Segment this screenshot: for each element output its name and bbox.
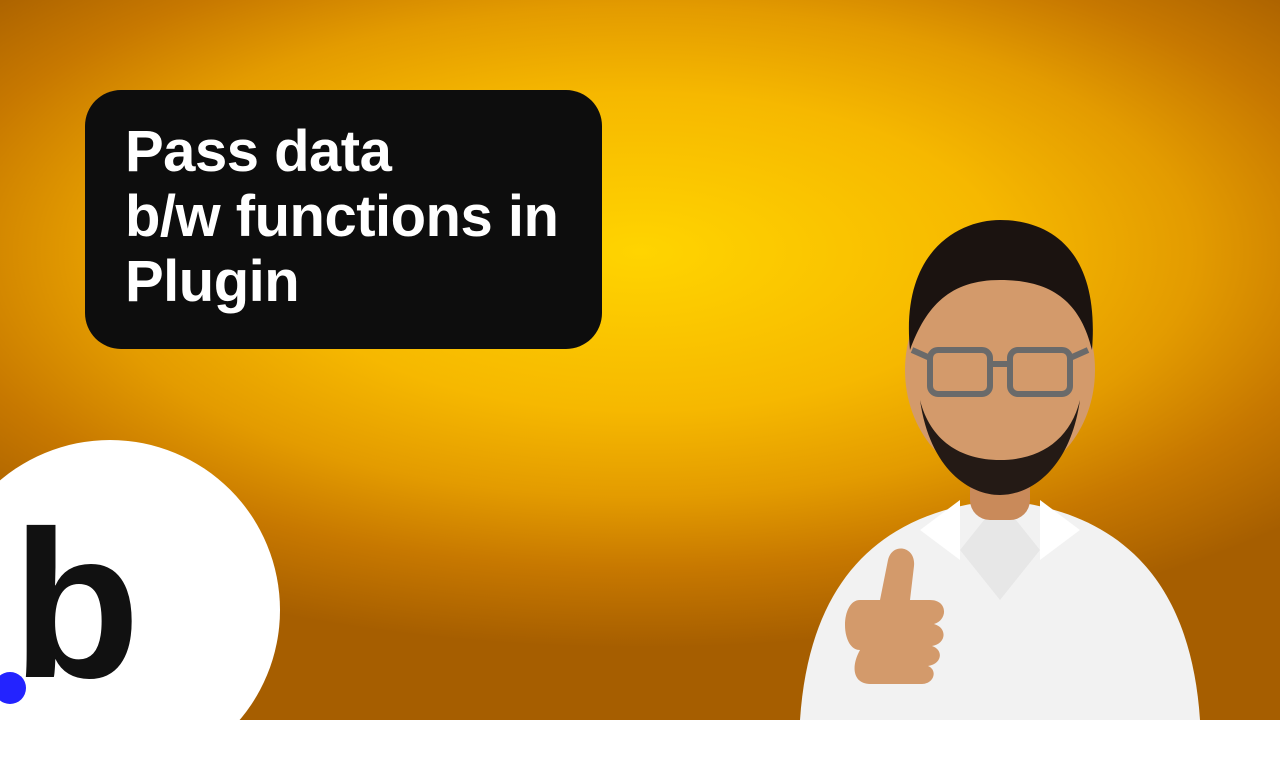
logo-letter: b — [12, 487, 134, 722]
title-line-3: Plugin — [125, 249, 299, 314]
thumbnail-canvas: Pass data b/w functions in Plugin b — [0, 0, 1280, 720]
title-line-1: Pass data — [125, 119, 391, 184]
logo-inner: b — [12, 500, 252, 740]
logo-badge: b — [0, 440, 280, 780]
title-line-2: b/w functions in — [125, 184, 558, 249]
presenter-photo — [720, 100, 1280, 720]
title-card: Pass data b/w functions in Plugin — [85, 90, 602, 349]
title-text: Pass data b/w functions in Plugin — [125, 120, 558, 315]
